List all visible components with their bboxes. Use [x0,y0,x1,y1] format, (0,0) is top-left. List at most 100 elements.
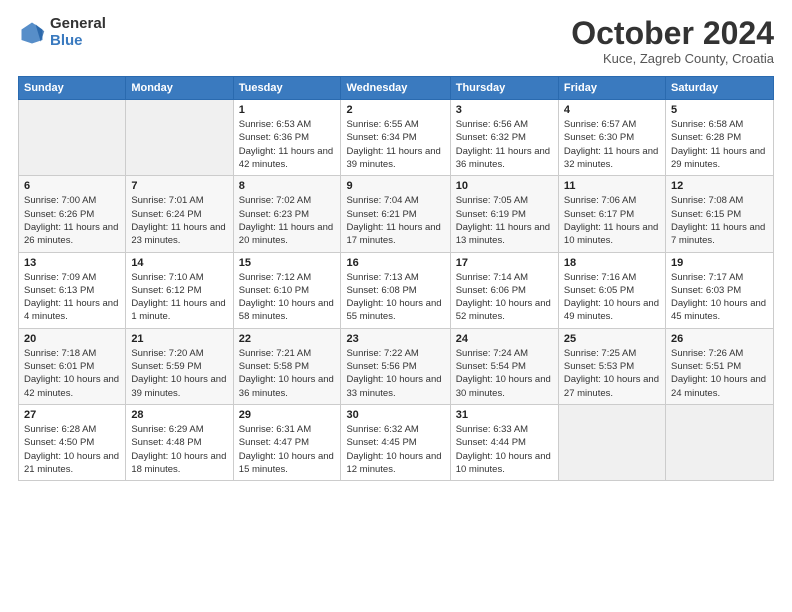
day-number: 26 [671,333,768,345]
day-number: 27 [24,409,120,421]
day-cell: 31 Sunrise: 6:33 AMSunset: 4:44 PMDayligh… [450,404,558,480]
day-number: 19 [671,257,768,269]
day-info: Sunrise: 6:33 AMSunset: 4:44 PMDaylight:… [456,423,553,476]
day-header-wednesday: Wednesday [341,77,450,100]
week-row-1: 6Sunrise: 7:00 AMSunset: 6:26 PMDaylight… [19,176,774,252]
day-info: Sunrise: 7:10 AMSunset: 6:12 PMDaylight:… [131,271,227,324]
day-info: Sunrise: 7:26 AMSunset: 5:51 PMDaylight:… [671,347,768,400]
day-cell: 28 Sunrise: 6:29 AMSunset: 4:48 PMDayligh… [126,404,233,480]
day-cell [19,100,126,176]
day-cell: 25 Sunrise: 7:25 AMSunset: 5:53 PMDayligh… [558,328,665,404]
day-number: 31 [456,409,553,421]
day-info: Sunrise: 6:57 AMSunset: 6:30 PMDaylight:… [564,118,660,171]
day-number: 17 [456,257,553,269]
day-number: 22 [239,333,336,345]
day-cell: 23 Sunrise: 7:22 AMSunset: 5:56 PMDayligh… [341,328,450,404]
day-info: Sunrise: 7:04 AMSunset: 6:21 PMDaylight:… [346,194,444,247]
day-cell: 17 Sunrise: 7:14 AMSunset: 6:06 PMDayligh… [450,252,558,328]
day-cell [558,404,665,480]
day-cell: 30Sunrise: 6:32 AMSunset: 4:45 PMDayligh… [341,404,450,480]
day-info: Sunrise: 7:14 AMSunset: 6:06 PMDaylight:… [456,271,553,324]
day-number: 9 [346,180,444,192]
day-cell: 22 Sunrise: 7:21 AMSunset: 5:58 PMDayligh… [233,328,341,404]
page: General Blue October 2024 Kuce, Zagreb C… [0,0,792,612]
day-number: 25 [564,333,660,345]
day-info: Sunrise: 7:22 AMSunset: 5:56 PMDaylight:… [346,347,444,400]
day-cell [665,404,773,480]
day-cell: 26 Sunrise: 7:26 AMSunset: 5:51 PMDayligh… [665,328,773,404]
day-cell: 6Sunrise: 7:00 AMSunset: 6:26 PMDaylight… [19,176,126,252]
day-cell: 21 Sunrise: 7:20 AMSunset: 5:59 PMDayligh… [126,328,233,404]
day-cell: 20Sunrise: 7:18 AMSunset: 6:01 PMDayligh… [19,328,126,404]
day-header-sunday: Sunday [19,77,126,100]
day-info: Sunrise: 6:32 AMSunset: 4:45 PMDaylight:… [346,423,444,476]
day-cell: 19 Sunrise: 7:17 AMSunset: 6:03 PMDayligh… [665,252,773,328]
day-cell: 4 Sunrise: 6:57 AMSunset: 6:30 PMDaylight… [558,100,665,176]
day-cell: 13Sunrise: 7:09 AMSunset: 6:13 PMDayligh… [19,252,126,328]
day-number: 8 [239,180,336,192]
day-number: 21 [131,333,227,345]
day-number: 23 [346,333,444,345]
day-info: Sunrise: 7:09 AMSunset: 6:13 PMDaylight:… [24,271,120,324]
day-info: Sunrise: 7:02 AMSunset: 6:23 PMDaylight:… [239,194,336,247]
day-cell: 11 Sunrise: 7:06 AMSunset: 6:17 PMDayligh… [558,176,665,252]
day-info: Sunrise: 6:28 AMSunset: 4:50 PMDaylight:… [24,423,120,476]
logo: General Blue [18,16,106,49]
day-cell: 3 Sunrise: 6:56 AMSunset: 6:32 PMDaylight… [450,100,558,176]
month-title: October 2024 [571,16,774,51]
day-number: 4 [564,104,660,116]
day-number: 20 [24,333,120,345]
day-info: Sunrise: 7:24 AMSunset: 5:54 PMDaylight:… [456,347,553,400]
day-info: Sunrise: 6:29 AMSunset: 4:48 PMDaylight:… [131,423,227,476]
week-row-3: 20Sunrise: 7:18 AMSunset: 6:01 PMDayligh… [19,328,774,404]
day-info: Sunrise: 7:21 AMSunset: 5:58 PMDaylight:… [239,347,336,400]
day-number: 6 [24,180,120,192]
day-cell: 5 Sunrise: 6:58 AMSunset: 6:28 PMDaylight… [665,100,773,176]
location: Kuce, Zagreb County, Croatia [571,51,774,66]
logo-blue: Blue [50,33,106,50]
day-info: Sunrise: 7:06 AMSunset: 6:17 PMDaylight:… [564,194,660,247]
week-row-0: 1Sunrise: 6:53 AMSunset: 6:36 PMDaylight… [19,100,774,176]
day-info: Sunrise: 7:25 AMSunset: 5:53 PMDaylight:… [564,347,660,400]
day-info: Sunrise: 7:20 AMSunset: 5:59 PMDaylight:… [131,347,227,400]
logo-icon [18,19,46,47]
day-cell: 18 Sunrise: 7:16 AMSunset: 6:05 PMDayligh… [558,252,665,328]
day-number: 29 [239,409,336,421]
day-cell [126,100,233,176]
calendar: SundayMondayTuesdayWednesdayThursdayFrid… [18,76,774,481]
title-area: October 2024 Kuce, Zagreb County, Croati… [571,16,774,66]
day-number: 15 [239,257,336,269]
day-number: 24 [456,333,553,345]
day-number: 28 [131,409,227,421]
day-number: 12 [671,180,768,192]
day-header-friday: Friday [558,77,665,100]
logo-general: General [50,16,106,33]
day-cell: 8 Sunrise: 7:02 AMSunset: 6:23 PMDaylight… [233,176,341,252]
day-cell: 2Sunrise: 6:55 AMSunset: 6:34 PMDaylight… [341,100,450,176]
day-cell: 16Sunrise: 7:13 AMSunset: 6:08 PMDayligh… [341,252,450,328]
day-cell: 29 Sunrise: 6:31 AMSunset: 4:47 PMDayligh… [233,404,341,480]
day-header-saturday: Saturday [665,77,773,100]
day-number: 14 [131,257,227,269]
day-header-tuesday: Tuesday [233,77,341,100]
day-info: Sunrise: 7:16 AMSunset: 6:05 PMDaylight:… [564,271,660,324]
day-info: Sunrise: 7:17 AMSunset: 6:03 PMDaylight:… [671,271,768,324]
header: General Blue October 2024 Kuce, Zagreb C… [18,16,774,66]
week-row-4: 27 Sunrise: 6:28 AMSunset: 4:50 PMDayligh… [19,404,774,480]
day-info: Sunrise: 7:12 AMSunset: 6:10 PMDaylight:… [239,271,336,324]
day-cell: 12Sunrise: 7:08 AMSunset: 6:15 PMDayligh… [665,176,773,252]
day-info: Sunrise: 6:58 AMSunset: 6:28 PMDaylight:… [671,118,768,171]
day-number: 18 [564,257,660,269]
day-cell: 1Sunrise: 6:53 AMSunset: 6:36 PMDaylight… [233,100,341,176]
day-number: 10 [456,180,553,192]
day-number: 5 [671,104,768,116]
day-number: 3 [456,104,553,116]
day-cell: 24 Sunrise: 7:24 AMSunset: 5:54 PMDayligh… [450,328,558,404]
logo-text: General Blue [50,16,106,49]
day-number: 11 [564,180,660,192]
calendar-header-row: SundayMondayTuesdayWednesdayThursdayFrid… [19,77,774,100]
day-header-monday: Monday [126,77,233,100]
day-info: Sunrise: 6:56 AMSunset: 6:32 PMDaylight:… [456,118,553,171]
day-info: Sunrise: 7:01 AMSunset: 6:24 PMDaylight:… [131,194,227,247]
day-info: Sunrise: 6:31 AMSunset: 4:47 PMDaylight:… [239,423,336,476]
